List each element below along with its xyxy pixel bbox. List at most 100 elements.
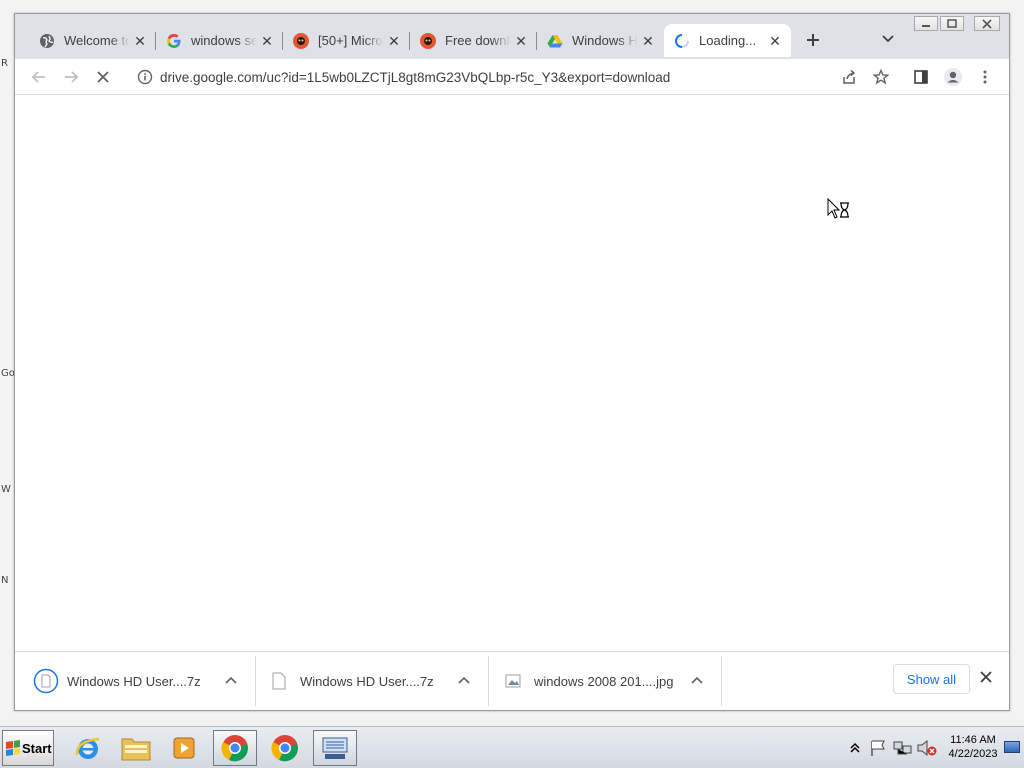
tab-title: Welcome to [64,33,130,48]
share-button[interactable] [837,65,861,89]
close-icon [982,18,992,29]
tab-title: [50+] Micro [318,33,383,48]
desktop-edge-text: Go [1,368,15,379]
window-controls [912,16,1000,31]
tab-strip: Welcome to ✕ windows se ✕ [50+] Micro ✕ [15,14,1009,59]
show-desktop-button[interactable] [1004,741,1020,753]
download-progress-icon [33,668,59,694]
chevron-down-icon [882,35,894,43]
tab-windows-search[interactable]: windows se ✕ [156,24,283,57]
globe-icon [39,33,55,49]
tab-search-button[interactable] [881,32,901,52]
new-tab-button[interactable] [801,30,825,54]
volume-muted-icon[interactable] [916,739,938,757]
on-screen-keyboard-taskbar-button[interactable] [313,730,357,766]
site-info-icon[interactable] [137,69,153,85]
taskbar: Start 11:46 AM 4/22/2023 [0,726,1024,768]
side-panel-icon [914,70,928,84]
tab-close-icon[interactable]: ✕ [132,33,148,49]
desktop-edge-text: N [1,575,9,586]
folder-icon [121,738,151,761]
tab-free-download[interactable]: Free downlo ✕ [410,24,537,57]
profile-button[interactable] [941,65,965,89]
divider [721,656,722,706]
network-icon[interactable] [892,739,914,757]
clock-date: 4/22/2023 [948,748,998,760]
explorer-taskbar-button[interactable] [114,730,158,766]
close-download-shelf-button[interactable] [979,670,997,688]
url-text: drive.google.com/uc?id=1L5wb0LZCTjL8gt8m… [160,70,671,85]
download-item[interactable]: windows 2008 201....jpg [505,656,721,706]
tab-windows-drive[interactable]: Windows H ✕ [537,24,664,57]
clock[interactable]: 11:46 AM 4/22/2023 [944,733,1002,761]
page-content [15,96,1009,650]
show-all-button[interactable]: Show all [893,664,970,694]
tab-title: Loading... [699,33,757,48]
back-arrow-icon [31,71,45,83]
tab-close-icon[interactable]: ✕ [386,33,402,49]
system-tray [848,731,938,765]
busy-cursor-icon [827,198,849,219]
star-icon [873,69,889,85]
minimize-icon [922,24,930,27]
plus-icon [807,34,819,46]
internet-explorer-taskbar-button[interactable] [66,730,110,766]
chevron-up-icon[interactable] [456,673,472,689]
tab-close-icon[interactable]: ✕ [640,33,656,49]
clock-time: 11:46 AM [950,734,996,746]
tab-microsoft[interactable]: [50+] Micro ✕ [283,24,410,57]
file-icon [272,672,286,690]
avatar-icon [944,68,962,86]
keyboard-icon [322,737,348,759]
back-button[interactable] [27,65,51,89]
tab-close-icon[interactable]: ✕ [513,33,529,49]
divider [488,656,489,706]
google-icon [166,33,182,49]
stop-icon [97,71,109,83]
side-panel-button[interactable] [909,65,933,89]
start-button[interactable]: Start [2,730,54,766]
google-drive-icon [547,33,563,49]
maximize-icon [947,19,957,28]
close-window-button[interactable] [974,16,1000,31]
kebab-menu-icon [983,70,987,84]
chrome-taskbar-button-active[interactable] [213,730,257,766]
action-center-flag-icon[interactable] [868,739,890,757]
start-label: Start [22,740,52,756]
tab-close-icon[interactable]: ✕ [767,33,783,49]
tab-title: Windows H [572,33,638,48]
divider [255,656,256,706]
monkey-icon [293,32,309,49]
tab-title: windows se [191,33,257,48]
tab-loading-active[interactable]: Loading... ✕ [664,24,791,57]
tab-list: Welcome to ✕ windows se ✕ [50+] Micro ✕ [29,24,791,59]
monkey-icon [420,32,436,49]
forward-button[interactable] [59,65,83,89]
minimize-button[interactable] [914,16,938,31]
maximize-button[interactable] [940,16,964,31]
tab-close-icon[interactable]: ✕ [259,33,275,49]
show-hidden-icons-icon[interactable] [848,740,862,756]
chevron-up-icon[interactable] [223,673,239,689]
chrome-taskbar-button[interactable] [263,730,307,766]
chrome-icon [221,735,248,762]
internet-explorer-icon [75,737,100,759]
download-filename: Windows HD User....7z [300,673,434,689]
tab-title: Free downlo [445,33,511,48]
download-item[interactable]: Windows HD User....7z [271,656,487,706]
windows-logo-icon [6,740,20,756]
download-item[interactable]: Windows HD User....7z [33,656,249,706]
download-filename: Windows HD User....7z [67,673,201,689]
media-player-taskbar-button[interactable] [162,730,206,766]
stop-button[interactable] [91,65,115,89]
share-icon [843,69,856,84]
tab-welcome[interactable]: Welcome to ✕ [29,24,156,57]
loading-spinner-icon [674,33,690,49]
browser-window: Welcome to ✕ windows se ✕ [50+] Micro ✕ [14,13,1010,711]
chevron-up-icon[interactable] [689,673,705,689]
bookmark-button[interactable] [869,65,893,89]
desktop-edge-text: W [1,484,11,495]
menu-button[interactable] [973,65,997,89]
close-icon [980,671,992,683]
desktop-edge-text: R [1,58,8,69]
